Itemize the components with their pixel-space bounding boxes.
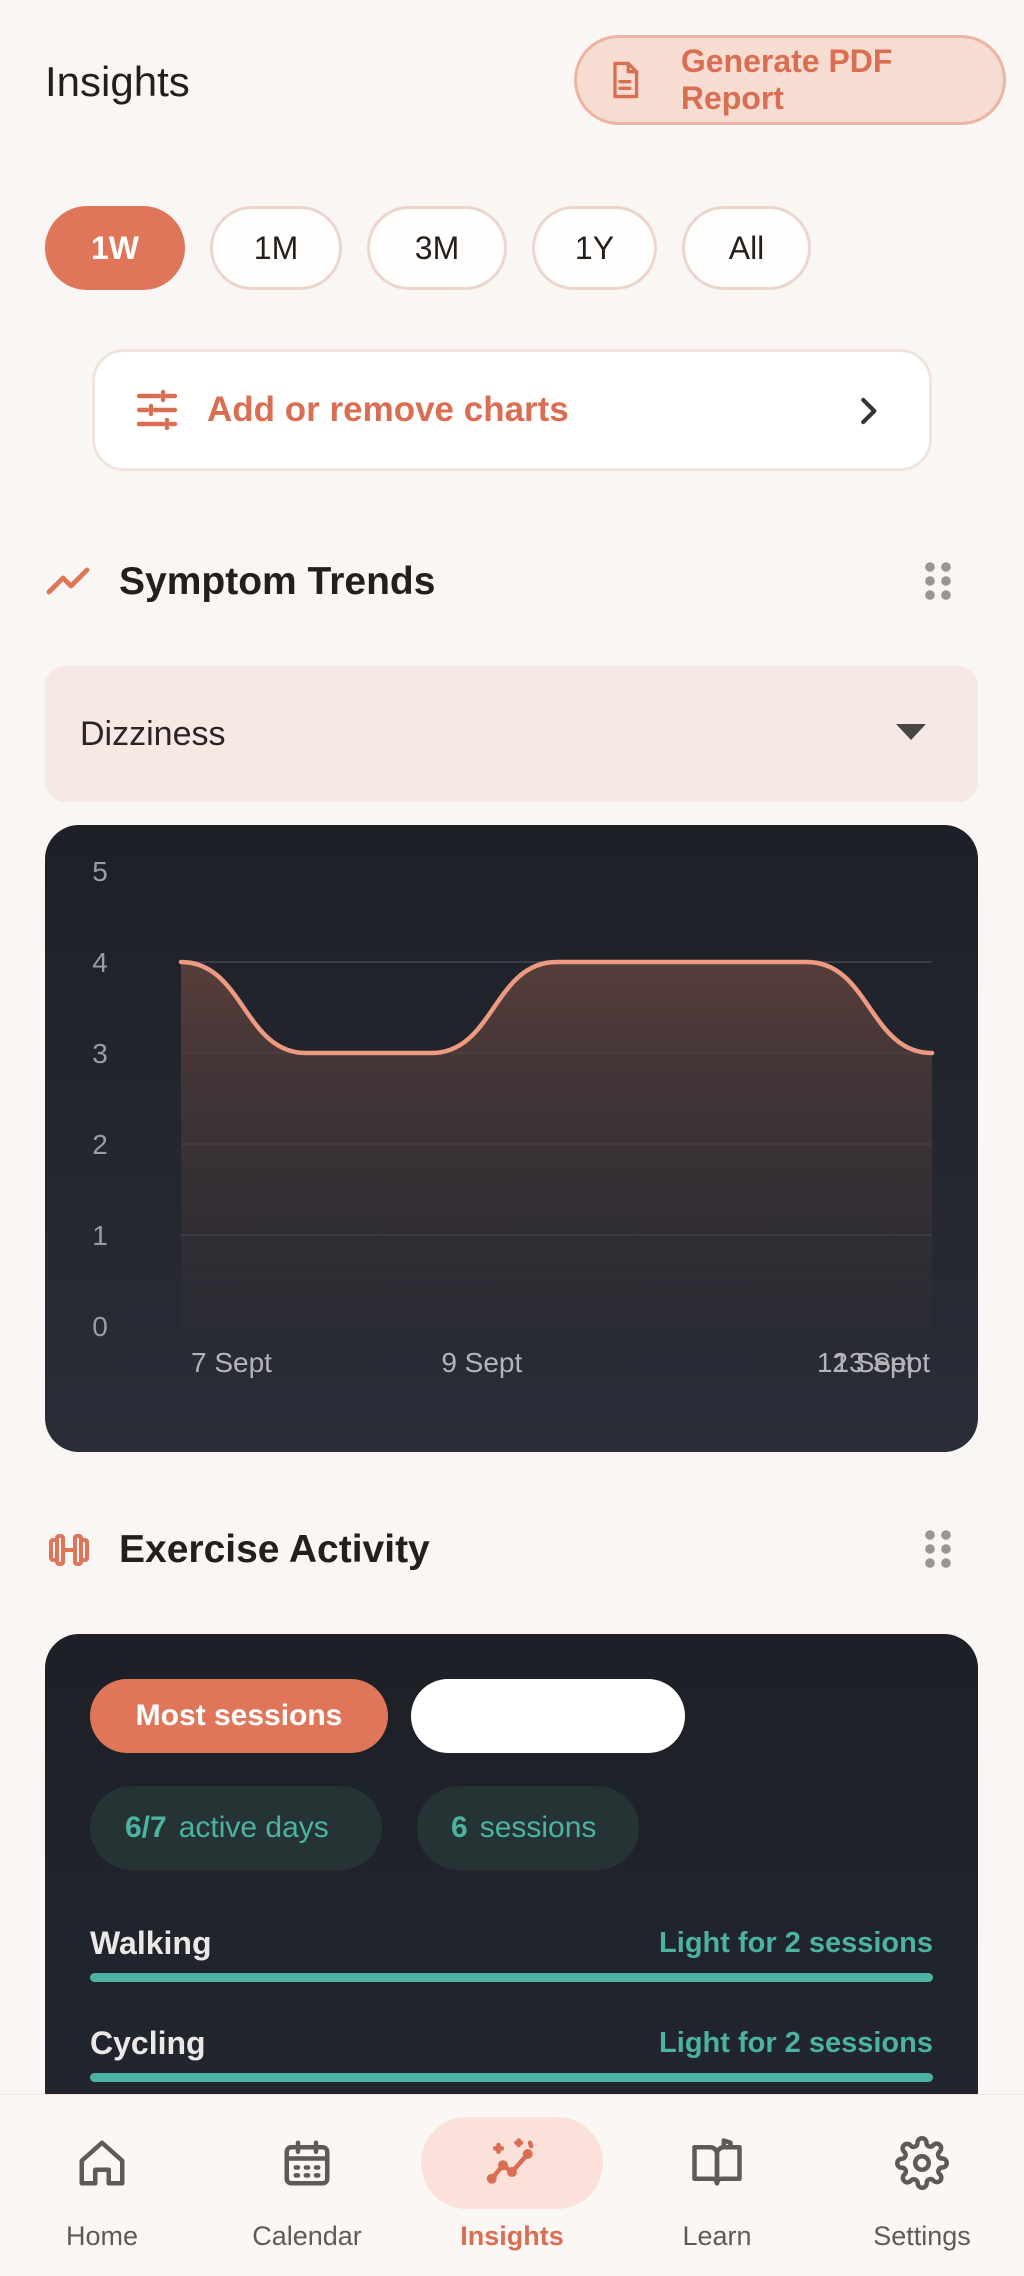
nav-label: Insights <box>460 2221 564 2251</box>
symptom-trends-header: Symptom Trends <box>45 558 435 606</box>
add-remove-charts-button[interactable]: Add or remove charts <box>92 349 932 471</box>
nav-home[interactable]: Home <box>0 2095 204 2276</box>
symptom-select[interactable]: Dizziness <box>45 666 978 802</box>
activity-name: Walking <box>90 1925 212 1961</box>
symptom-trends-title: Symptom Trends <box>119 560 436 603</box>
dumbbell-icon <box>49 1534 89 1566</box>
gear-icon <box>895 2136 949 2190</box>
x-tick-label: 13 Sept <box>833 1347 930 1378</box>
y-tick-label: 4 <box>92 947 108 978</box>
activity-progress-bar <box>90 2073 933 2082</box>
document-icon <box>613 61 639 99</box>
drag-handle-icon[interactable] <box>924 561 952 601</box>
y-tick-label: 0 <box>92 1311 108 1342</box>
chevron-right-icon <box>861 397 877 425</box>
exercise-activity-title: Exercise Activity <box>119 1528 430 1571</box>
book-icon <box>692 2138 742 2186</box>
y-tick-label: 5 <box>92 856 108 887</box>
range-chip-1w[interactable]: 1W <box>45 206 185 290</box>
trend-area <box>181 962 932 1326</box>
nav-label: Home <box>65 2221 139 2251</box>
activity-detail: Light for 2 sessions <box>659 2027 933 2059</box>
caret-down-icon <box>896 724 926 740</box>
range-chip-1y[interactable]: 1Y <box>532 206 657 290</box>
activity-name: Cycling <box>90 2025 206 2061</box>
nav-label: Calendar <box>252 2221 362 2251</box>
x-tick-label: 9 Sept <box>441 1347 522 1378</box>
activity-detail: Light for 2 sessions <box>659 1927 933 1959</box>
range-chip-all[interactable]: All <box>682 206 811 290</box>
nav-insights[interactable]: Insights <box>410 2095 614 2276</box>
stat-sessions-label: sessions <box>479 1811 597 1844</box>
x-tick-label: 7 Sept <box>191 1347 272 1378</box>
insights-page: Insights Generate PDF Report 1W 1M 3M 1Y… <box>0 0 1024 2276</box>
generate-pdf-report-button[interactable]: Generate PDF Report <box>574 35 1006 125</box>
nav-calendar[interactable]: Calendar <box>205 2095 409 2276</box>
y-tick-label: 1 <box>92 1220 108 1251</box>
insights-icon <box>486 2138 534 2184</box>
tune-icon <box>136 389 178 431</box>
home-icon <box>79 2140 125 2186</box>
stat-sessions: 6 sessions <box>417 1786 639 1870</box>
symptom-select-value: Dizziness <box>80 714 226 753</box>
range-chip-1m[interactable]: 1M <box>210 206 342 290</box>
trend-chart-svg: 543210 7 Sept 9 Sept 12 Sept13 Sept <box>92 856 935 1378</box>
pdf-button-label: Generate PDF Report <box>680 43 893 116</box>
trending-up-icon <box>46 567 90 595</box>
nav-label: Learn <box>682 2221 752 2251</box>
add-charts-label: Add or remove charts <box>207 390 569 429</box>
nav-settings[interactable]: Settings <box>820 2095 1024 2276</box>
drag-handle-icon[interactable] <box>924 1529 952 1569</box>
symptom-trend-chart: 543210 7 Sept 9 Sept 12 Sept 13 Sept <box>45 825 978 1452</box>
calendar-icon <box>284 2140 330 2186</box>
page-title: Insights <box>45 58 190 105</box>
stat-active-days: 6/7 active days <box>90 1786 382 1870</box>
stat-sessions-value: 6 <box>451 1811 468 1844</box>
exercise-activity-header: Exercise Activity <box>45 1526 430 1574</box>
tab-most-sessions[interactable]: Most sessions <box>90 1679 388 1753</box>
y-tick-label: 2 <box>92 1129 108 1160</box>
stat-active-days-label: active days <box>178 1811 329 1844</box>
activity-progress-bar <box>90 1973 933 1982</box>
range-chip-3m[interactable]: 3M <box>367 206 507 290</box>
nav-learn[interactable]: Learn <box>615 2095 819 2276</box>
stat-active-days-value: 6/7 <box>125 1811 167 1844</box>
bottom-navigation: Home Calendar Insights Learn Settings <box>0 2094 1024 2276</box>
nav-label: Settings <box>873 2221 971 2251</box>
tab-secondary[interactable] <box>411 1679 685 1753</box>
y-tick-label: 3 <box>92 1038 108 1069</box>
